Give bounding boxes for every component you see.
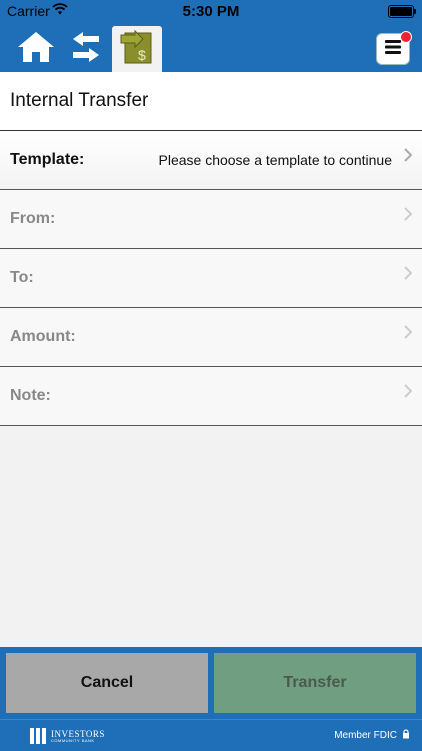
bank-logo: INVESTORS COMMUNITY BANK <box>30 728 105 744</box>
chevron-right-icon <box>404 325 413 344</box>
fdic-notice: Member FDIC <box>334 729 410 742</box>
lock-icon <box>402 729 410 742</box>
page-title: Internal Transfer <box>10 90 149 111</box>
chevron-right-icon <box>404 266 413 285</box>
chevron-right-icon <box>404 384 413 403</box>
from-label: From: <box>10 210 56 227</box>
notification-badge <box>400 31 412 43</box>
action-bar: Cancel Transfer <box>0 647 422 719</box>
template-label: Template: <box>10 151 85 168</box>
note-label: Note: <box>10 387 51 404</box>
home-button[interactable] <box>12 26 60 72</box>
bank-logo-sub: COMMUNITY BANK <box>51 737 95 743</box>
page-title-bar: Internal Transfer <box>0 72 422 131</box>
menu-button[interactable] <box>376 31 412 65</box>
home-icon <box>16 29 56 70</box>
template-value: Please choose a template to continue <box>158 152 393 168</box>
amount-row[interactable]: Amount: <box>0 308 422 367</box>
battery-icon <box>388 5 416 18</box>
chevron-right-icon <box>404 148 413 167</box>
transfer-nav-button[interactable] <box>62 26 110 72</box>
from-row[interactable]: From: <box>0 190 422 249</box>
bill-pay-icon: $ <box>119 28 155 71</box>
to-row[interactable]: To: <box>0 249 422 308</box>
menu-icon <box>384 39 402 60</box>
amount-label: Amount: <box>10 328 76 345</box>
status-bar: Carrier 5:30 PM <box>0 0 422 22</box>
fdic-label: Member FDIC <box>334 730 397 741</box>
clock: 5:30 PM <box>182 3 240 20</box>
transfer-arrows-icon <box>69 30 103 69</box>
svg-text:$: $ <box>138 47 146 63</box>
transfer-button[interactable]: Transfer <box>214 653 416 713</box>
chevron-right-icon <box>404 207 413 226</box>
template-row[interactable]: Template: Please choose a template to co… <box>0 131 422 190</box>
note-row[interactable]: Note: <box>0 367 422 426</box>
to-label: To: <box>10 269 34 286</box>
footer: INVESTORS COMMUNITY BANK Member FDIC <box>0 719 422 751</box>
bill-pay-tab[interactable]: $ <box>112 26 162 72</box>
cancel-button[interactable]: Cancel <box>6 653 208 713</box>
bank-logo-icon <box>30 728 46 744</box>
